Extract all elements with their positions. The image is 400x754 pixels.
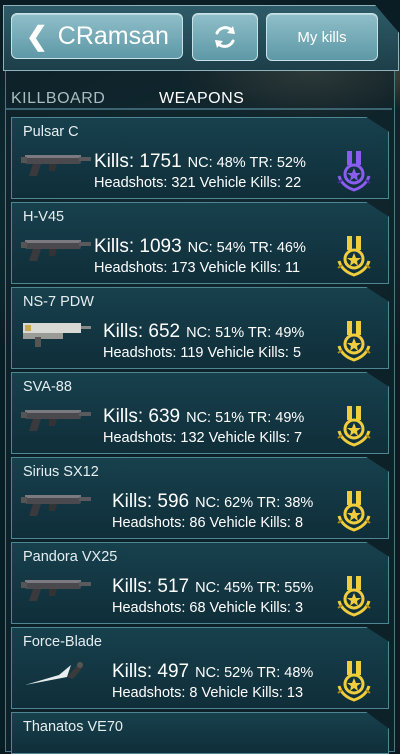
kills-count: Kills: 1751 — [94, 151, 182, 172]
kills-count: Kills: 1093 — [94, 236, 182, 257]
player-name: CRamsan — [57, 21, 169, 50]
gold-medal-icon — [336, 660, 372, 702]
kills-line: Kills: 1751 NC: 48% TR: 52% — [94, 151, 306, 173]
faction-ratio: NC: 51% TR: 49% — [186, 325, 305, 341]
faction-ratio: NC: 51% TR: 49% — [186, 410, 305, 426]
chevron-left-icon: ❮ — [26, 20, 48, 51]
weapon-stats: Headshots: 119 Vehicle Kills: 5 — [103, 345, 302, 361]
kills-line: Kills: 652 NC: 51% TR: 49% — [103, 321, 304, 343]
tab-weapons[interactable]: WEAPONS — [159, 90, 244, 108]
weapon-image-icon — [19, 400, 93, 434]
kills-line: Kills: 497 NC: 52% TR: 48% — [112, 661, 313, 683]
weapon-image-icon — [19, 570, 93, 604]
weapon-image-icon — [19, 315, 93, 349]
gold-medal-icon — [336, 235, 372, 277]
weapon-name: Pulsar C — [23, 124, 79, 140]
weapon-image-icon — [19, 655, 93, 689]
weapon-image-icon — [19, 145, 93, 179]
my-kills-button[interactable]: My kills — [266, 13, 378, 61]
faction-ratio: NC: 52% TR: 48% — [195, 665, 314, 681]
refresh-button[interactable] — [192, 13, 258, 61]
weapon-image-icon — [19, 230, 93, 264]
kills-count: Kills: 639 — [103, 406, 181, 427]
weapon-card[interactable]: NS-7 PDW Kills: 652 NC: 51% TR: 49% Headsho… — [11, 287, 389, 369]
gold-medal-icon — [336, 405, 372, 447]
weapon-card[interactable]: SVA-88 Kills: 639 NC: 51% TR: 49% Headshots… — [11, 372, 389, 454]
weapon-stats: Headshots: 68 Vehicle Kills: 3 — [112, 600, 304, 616]
weapon-stats: Headshots: 321 Vehicle Kills: 22 — [94, 175, 302, 191]
weapon-stats: Headshots: 132 Vehicle Kills: 7 — [103, 430, 303, 446]
weapon-card[interactable]: Pandora VX25 Kills: 517 NC: 45% TR: 55% Hea… — [11, 542, 389, 624]
weapon-card[interactable]: H-V45 Kills: 1093 NC: 54% TR: 46% Headshots… — [11, 202, 389, 284]
gold-medal-icon — [336, 575, 372, 617]
weapon-name: NS-7 PDW — [23, 294, 94, 310]
purple-medal-icon — [336, 150, 372, 192]
back-button[interactable]: ❮ CRamsan — [11, 13, 183, 59]
tab-killboard[interactable]: KILLBOARD — [11, 90, 105, 108]
weapon-name: Force-Blade — [23, 634, 102, 650]
top-bar: ❮ CRamsan My kills — [0, 0, 400, 72]
faction-ratio: NC: 54% TR: 46% — [187, 240, 306, 256]
kills-count: Kills: 497 — [112, 661, 190, 682]
weapon-stats: Headshots: 86 Vehicle Kills: 8 — [112, 515, 304, 531]
weapon-stats: Headshots: 173 Vehicle Kills: 11 — [94, 260, 301, 276]
faction-ratio: NC: 48% TR: 52% — [187, 155, 306, 171]
kills-line: Kills: 517 NC: 45% TR: 55% — [112, 576, 313, 598]
weapon-name: Sirius SX12 — [23, 464, 99, 480]
tab-divider — [6, 108, 392, 110]
kills-line: Kills: 1093 NC: 54% TR: 46% — [94, 236, 306, 258]
gold-medal-icon — [336, 320, 372, 362]
faction-ratio: NC: 45% TR: 55% — [195, 580, 314, 596]
faction-ratio: NC: 62% TR: 38% — [195, 495, 314, 511]
weapon-name: H-V45 — [23, 209, 65, 225]
weapon-name: SVA-88 — [23, 379, 72, 395]
kills-count: Kills: 596 — [112, 491, 190, 512]
kills-count: Kills: 652 — [103, 321, 181, 342]
gold-medal-icon — [336, 490, 372, 532]
kills-line: Kills: 639 NC: 51% TR: 49% — [103, 406, 304, 428]
weapon-image-icon — [19, 485, 93, 519]
weapon-card[interactable]: Force-Blade Kills: 497 NC: 52% TR: 48% Head… — [11, 627, 389, 709]
weapon-card[interactable]: Pulsar C Kills: 1751 NC: 48% TR: 52% Headsh… — [11, 117, 389, 199]
refresh-icon — [215, 26, 235, 48]
weapon-name: Thanatos VE70 — [23, 719, 123, 735]
kills-line: Kills: 596 NC: 62% TR: 38% — [112, 491, 313, 513]
weapon-card[interactable]: Sirius SX12 Kills: 596 NC: 62% TR: 38% Head… — [11, 457, 389, 539]
weapon-name: Pandora VX25 — [23, 549, 118, 565]
weapon-stats: Headshots: 8 Vehicle Kills: 13 — [112, 685, 304, 701]
kills-count: Kills: 517 — [112, 576, 190, 597]
